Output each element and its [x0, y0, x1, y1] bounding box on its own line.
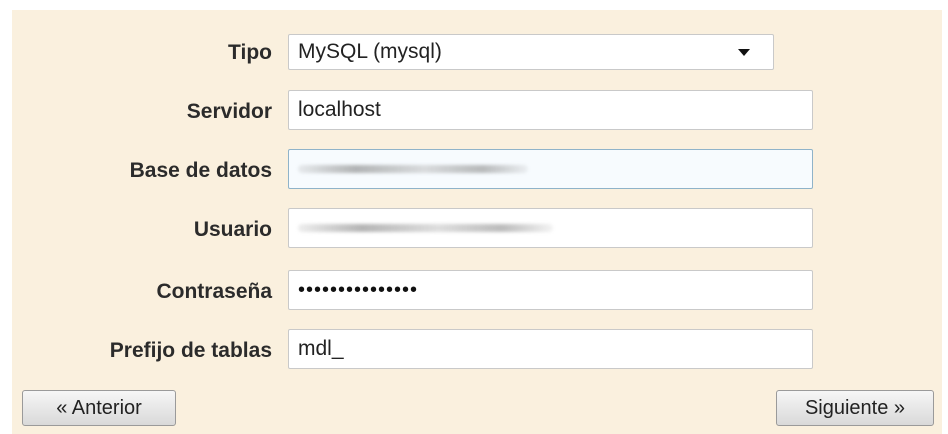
- prefijo-input[interactable]: mdl_: [288, 329, 813, 369]
- contrasena-input[interactable]: •••••••••••••••: [288, 270, 813, 310]
- redacted-value: [298, 165, 528, 173]
- servidor-input[interactable]: localhost: [288, 90, 813, 130]
- previous-button[interactable]: « Anterior: [22, 390, 176, 426]
- servidor-value: localhost: [298, 98, 381, 121]
- tipo-selected-value: MySQL (mysql): [298, 40, 442, 63]
- chevron-down-icon[interactable]: [738, 48, 750, 56]
- tipo-label: Tipo: [228, 41, 272, 64]
- contrasena-label: Contraseña: [156, 280, 272, 303]
- redacted-value: [298, 224, 553, 232]
- usuario-label: Usuario: [193, 218, 272, 241]
- next-button[interactable]: Siguiente »: [776, 390, 934, 426]
- usuario-input[interactable]: [288, 208, 813, 248]
- base-de-datos-label: Base de datos: [129, 159, 272, 182]
- password-value: •••••••••••••••: [298, 278, 419, 301]
- prefijo-label: Prefijo de tablas: [109, 339, 272, 362]
- servidor-label: Servidor: [186, 100, 272, 123]
- base-de-datos-input[interactable]: [288, 149, 813, 189]
- prefijo-value: mdl_: [298, 337, 344, 360]
- tipo-select[interactable]: MySQL (mysql): [288, 34, 774, 70]
